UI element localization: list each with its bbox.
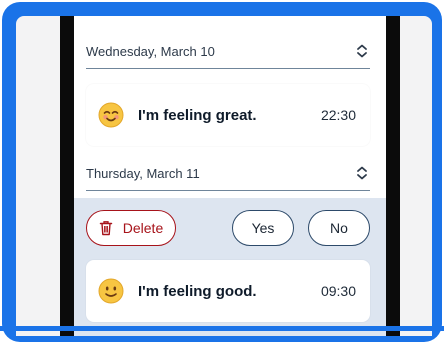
entry-time: 22:30 <box>320 107 356 123</box>
phone-screen: Wednesday, March 10 I'm feeling great. 2… <box>74 16 386 336</box>
slightly-smiling-face-icon <box>98 278 124 304</box>
device-panel: Wednesday, March 10 I'm feeling great. 2… <box>16 16 432 336</box>
mood-entry-card[interactable]: I'm feeling good. 09:30 <box>86 260 370 322</box>
date-header-wednesday[interactable]: Wednesday, March 10 <box>86 34 370 69</box>
bottom-border <box>0 326 444 331</box>
date-header-thursday[interactable]: Thursday, March 11 <box>86 156 370 191</box>
trash-icon <box>99 220 113 236</box>
phone-bezel-right <box>386 16 400 336</box>
phone-bezel-left <box>60 16 74 336</box>
date-label: Thursday, March 11 <box>86 165 200 181</box>
delete-button[interactable]: Delete <box>86 210 176 246</box>
window-frame: Wednesday, March 10 I'm feeling great. 2… <box>2 2 442 342</box>
no-button[interactable]: No <box>308 210 370 246</box>
smiling-face-with-closed-eyes-icon <box>98 102 124 128</box>
no-label: No <box>330 220 348 236</box>
expand-collapse-icon[interactable] <box>354 164 370 182</box>
mood-entry-card[interactable]: I'm feeling great. 22:30 <box>86 84 370 146</box>
date-label: Wednesday, March 10 <box>86 43 215 59</box>
bezel-notch <box>60 16 64 22</box>
entry-time: 09:30 <box>320 283 356 299</box>
delete-label: Delete <box>122 220 164 236</box>
yes-label: Yes <box>251 220 275 236</box>
mood-text: I'm feeling great. <box>138 106 257 124</box>
yes-button[interactable]: Yes <box>232 210 294 246</box>
expand-collapse-icon[interactable] <box>354 42 370 60</box>
mood-text: I'm feeling good. <box>138 282 257 300</box>
